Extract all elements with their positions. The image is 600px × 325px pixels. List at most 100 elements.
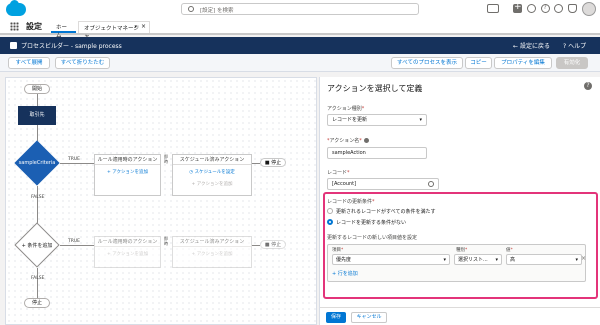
add-action-disabled-2: + アクションを追加 — [107, 252, 148, 257]
panel-title: アクションを選択して定義 — [327, 84, 423, 93]
field-values-table: 項目* 種別* 値* 優先度 ▾ 選択リスト... ▾ 高 ▾ + 行を追加 — [327, 244, 586, 282]
radio-no-criteria-label: レコードを更新する条件がない — [336, 220, 407, 226]
immediate-actions-header-2: ルール適用時のアクション — [95, 237, 160, 247]
add-action-label: アクションを追加 — [196, 182, 233, 187]
close-icon[interactable]: × — [141, 23, 146, 30]
builder-header: プロセスビルダー - sample process ← 設定に戻る ? ヘルプ — [0, 37, 600, 54]
field-select[interactable]: 優先度 ▾ — [332, 254, 450, 265]
add-row-link[interactable]: + 行を追加 — [332, 270, 358, 277]
value-select[interactable]: 高 ▾ — [506, 254, 582, 265]
lookup-icon[interactable] — [428, 181, 434, 187]
criteria-1-label: sampleCriteria — [18, 160, 56, 166]
setup-gear-icon[interactable] — [554, 4, 563, 13]
add-action-label: アクションを追加 — [112, 252, 148, 257]
remove-row-icon[interactable]: × — [581, 255, 586, 262]
salesforce-logo[interactable] — [6, 0, 26, 16]
end-node: 停止 — [24, 298, 50, 308]
stop-label: 停止 — [271, 242, 282, 248]
chevron-down-icon: ▾ — [575, 257, 578, 263]
chevron-down-icon: ▾ — [443, 257, 446, 263]
page-title: プロセスビルダー - sample process — [21, 43, 122, 50]
true-label: TRUE — [68, 157, 81, 162]
stop-node-1: ■ 停止 — [260, 158, 286, 167]
set-schedule-link[interactable]: ◷ スケジュールを設定 — [173, 168, 251, 177]
chevron-down-icon[interactable]: ▾ — [134, 24, 137, 30]
help-icon[interactable]: ? — [584, 82, 592, 90]
criteria-2-label: + 条件を追加 — [21, 243, 53, 249]
true-label-2: TRUE — [68, 239, 81, 244]
radio-no-criteria[interactable] — [327, 219, 333, 225]
toolbar: すべて展開 すべて折りたたむ すべてのプロセスを表示 コピー プロパティを編集 … — [0, 54, 600, 72]
record-input[interactable]: [Account] — [327, 178, 439, 190]
false-label: FALSE — [31, 195, 45, 200]
connector — [37, 94, 38, 106]
collapse-all-button[interactable]: すべて折りたたむ — [55, 57, 110, 69]
criteria-label: レコードの更新条件* — [327, 199, 375, 205]
tab-object-manager[interactable]: オブジェクトマネージャ ▾ × — [78, 21, 150, 40]
scheduled-actions-box-2: スケジュール済みアクション + アクションを追加 — [172, 236, 252, 268]
action-name-input[interactable]: sampleAction — [327, 147, 427, 159]
timing-label: 即時 — [164, 154, 168, 164]
tab-home[interactable]: ホーム — [51, 21, 76, 39]
connector — [252, 163, 260, 164]
expand-all-button[interactable]: すべて展開 — [8, 57, 50, 69]
help-label: ヘルプ — [568, 43, 587, 50]
radio-all-criteria[interactable] — [327, 208, 333, 214]
cancel-button[interactable]: キャンセル — [351, 312, 387, 323]
immediate-actions-box-1: ルール適用時のアクション + アクションを追加 — [94, 154, 161, 196]
add-action-link[interactable]: + アクションを追加 — [95, 168, 160, 177]
help-icon[interactable] — [541, 4, 550, 13]
connector — [60, 163, 94, 164]
search-input[interactable]: [設定] を検索 — [181, 3, 419, 15]
connector — [60, 245, 94, 246]
trailhead-icon[interactable] — [527, 4, 536, 13]
activate-button[interactable]: 有効化 — [556, 57, 588, 69]
global-header: [設定] を検索 — [0, 0, 600, 18]
avatar[interactable] — [582, 2, 596, 16]
object-node[interactable]: 取引先 — [18, 106, 56, 125]
app-nav: 設定 ホーム オブジェクトマネージャ ▾ × — [0, 18, 600, 40]
add-action-disabled-3: + アクションを追加 — [191, 252, 233, 257]
process-canvas[interactable]: 開始 取引先 sampleCriteria TRUE FALSE ルール適用時の… — [5, 77, 317, 325]
add-action-label: アクションを追加 — [196, 252, 233, 257]
copy-button[interactable]: コピー — [465, 57, 492, 69]
favorites-icon[interactable] — [487, 4, 499, 13]
type-select-value: 選択リスト... — [458, 257, 488, 263]
false-label-2: FALSE — [31, 276, 45, 281]
connector — [37, 268, 38, 298]
edit-properties-button[interactable]: プロパティを編集 — [494, 57, 552, 69]
notifications-bell-icon[interactable] — [568, 4, 577, 13]
back-to-setup-label: 設定に戻る — [519, 43, 550, 50]
global-actions-icon[interactable] — [513, 2, 522, 13]
col-value-header: 値* — [506, 248, 513, 253]
action-type-label: アクション種別* — [327, 106, 365, 112]
stop-node-2: ■ 停止 — [260, 240, 286, 249]
save-button[interactable]: 保存 — [326, 312, 346, 323]
add-row-label: 行を追加 — [337, 271, 358, 277]
help-link[interactable]: ? ヘルプ — [563, 41, 586, 50]
stop-label: 停止 — [271, 160, 282, 166]
scheduled-actions-header: スケジュール済みアクション — [173, 155, 251, 165]
chevron-down-icon: ▾ — [495, 257, 498, 263]
immediate-actions-box-2: ルール適用時のアクション + アクションを追加 — [94, 236, 161, 268]
app-launcher-icon[interactable] — [10, 22, 19, 31]
add-action-label: アクションを追加 — [112, 170, 148, 175]
action-name-label: *アクション名* — [327, 137, 369, 144]
connector — [252, 245, 260, 246]
show-all-processes-button[interactable]: すべてのプロセスを表示 — [391, 57, 463, 69]
back-to-setup-link[interactable]: ← 設定に戻る — [513, 41, 550, 50]
record-value: [Account] — [332, 181, 357, 187]
record-label: レコード* — [327, 170, 350, 176]
col-field-header: 項目* — [332, 248, 344, 253]
action-panel: アクションを選択して定義 ? アクション種別* レコードを更新 ▾ *アクション… — [319, 77, 600, 325]
action-type-select[interactable]: レコードを更新 ▾ — [327, 114, 427, 126]
set-fields-label: 更新するレコードの新しい項目値を設定 — [327, 235, 418, 241]
value-select-value: 高 — [510, 257, 516, 263]
add-criteria-label: 条件を追加 — [27, 243, 53, 249]
connector — [37, 125, 38, 141]
radio-all-criteria-label: 更新されるレコードがすべての条件を満たす — [336, 209, 436, 215]
info-icon — [363, 138, 369, 143]
type-select[interactable]: 選択リスト... ▾ — [454, 254, 502, 265]
set-schedule-label: スケジュールを設定 — [194, 170, 235, 175]
scheduled-actions-header-2: スケジュール済みアクション — [173, 237, 251, 247]
